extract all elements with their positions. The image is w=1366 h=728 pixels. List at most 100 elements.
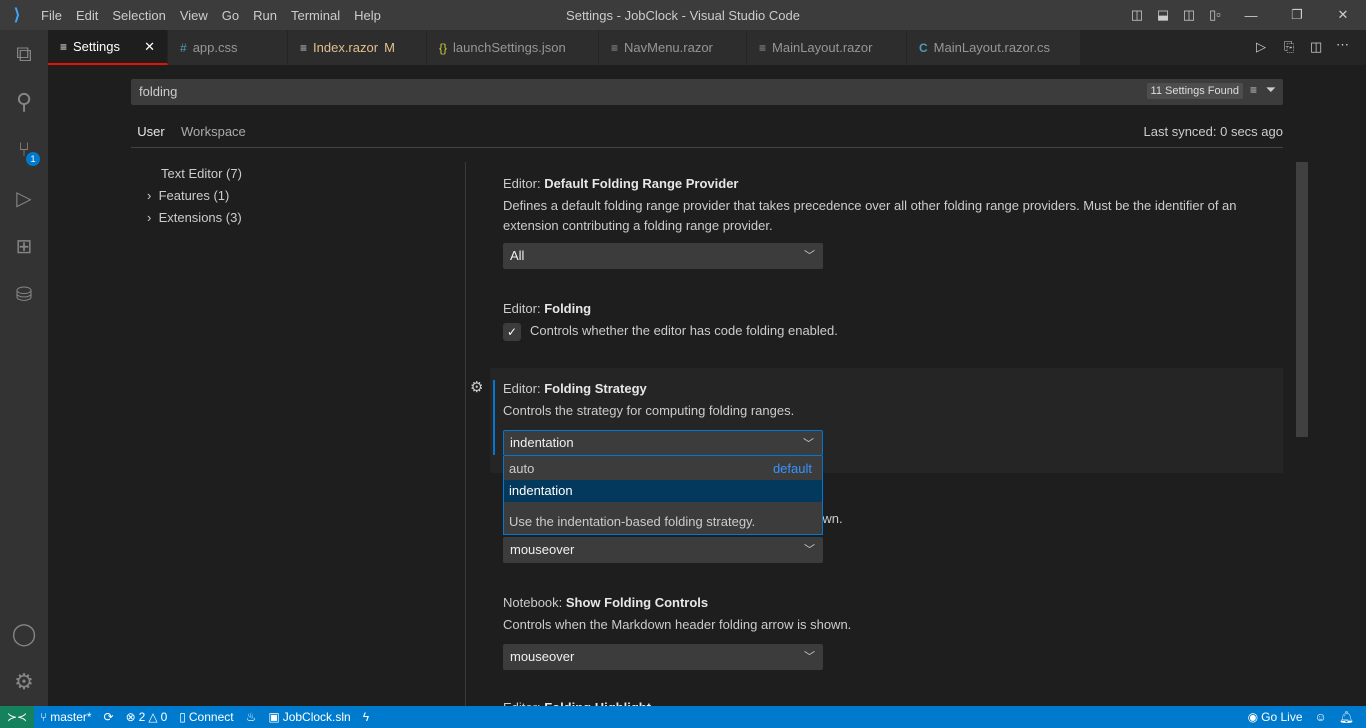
setting-title: Editor: Default Folding Range Provider: [503, 176, 739, 191]
feedback-icon[interactable]: ☺: [1309, 710, 1333, 724]
tab-launchsettings-json[interactable]: {} launchSettings.json: [427, 30, 599, 65]
toggle-panel-icon[interactable]: ⬓: [1150, 0, 1176, 30]
tab-label: Settings: [73, 39, 120, 54]
run-icon[interactable]: ▷: [1256, 39, 1266, 55]
customize-layout-icon[interactable]: ▯▫: [1202, 0, 1228, 30]
settings-found-count: 11 Settings Found: [1146, 83, 1243, 99]
option-indentation[interactable]: indentation: [504, 480, 822, 502]
go-live-button[interactable]: ◉ Go Live: [1242, 710, 1309, 724]
notebook-folding-controls-select[interactable]: mouseover ﹀: [503, 644, 823, 670]
setting-title: Editor: Folding Strategy: [503, 381, 647, 396]
flame-icon[interactable]: ♨: [240, 710, 263, 724]
branch-icon: ⑂: [40, 710, 48, 724]
broadcast-icon: ◉: [1247, 710, 1259, 724]
setting-description: Defines a default folding range provider…: [503, 198, 1237, 233]
default-tag: default: [772, 461, 812, 476]
toc-features[interactable]: › Features (1): [147, 188, 229, 203]
tab-label: NavMenu.razor: [624, 40, 713, 55]
menu-view[interactable]: View: [173, 8, 215, 23]
css-file-icon: #: [180, 40, 187, 55]
filter-icon[interactable]: ⏷: [1266, 82, 1276, 98]
accounts-icon[interactable]: ◯: [0, 610, 48, 658]
settings-file-icon: ≡: [60, 39, 68, 54]
menu-file[interactable]: File: [34, 8, 69, 23]
split-editor-icon[interactable]: ◫: [1310, 39, 1322, 55]
chevron-right-icon: ›: [147, 188, 159, 203]
folding-checkbox[interactable]: ✓: [503, 323, 521, 341]
razor-file-icon: ≡: [759, 40, 767, 55]
chevron-right-icon: ›: [147, 210, 159, 225]
toggle-secondary-sidebar-icon[interactable]: ◫: [1176, 0, 1202, 30]
setting-description: Controls when the Markdown header foldin…: [503, 617, 852, 632]
menu-go[interactable]: Go: [215, 8, 246, 23]
open-settings-json-icon[interactable]: ⎘: [1284, 39, 1294, 55]
activity-bar: ⧉ ⚲ ⑂ 1 ▷ ⊞ ⛁ ◯ ⚙: [0, 30, 48, 706]
setting-gear-icon[interactable]: ⚙: [470, 378, 483, 396]
toc-divider: [465, 162, 466, 706]
search-icon[interactable]: ⚲: [0, 78, 48, 126]
tab-app-css[interactable]: # app.css: [168, 30, 288, 65]
csharp-file-icon: C: [919, 40, 928, 55]
tab-settings[interactable]: ≡ Settings ✕: [48, 30, 168, 65]
minimize-button[interactable]: —: [1228, 0, 1274, 30]
problems-button[interactable]: ⊗ 2 △ 0: [120, 710, 174, 724]
chevron-down-icon: ﹀: [804, 544, 815, 556]
notifications-bell-icon[interactable]: 🔔︎: [1333, 710, 1360, 724]
toc-extensions[interactable]: › Extensions (3): [147, 210, 242, 225]
folding-strategy-select[interactable]: indentation ﹀: [503, 430, 823, 456]
razor-file-icon: ≡: [300, 40, 308, 55]
json-file-icon: {}: [439, 40, 448, 55]
tab-mainlayout-razor[interactable]: ≡ MainLayout.razor: [747, 30, 907, 65]
tab-label: MainLayout.razor: [772, 40, 873, 55]
tab-label: MainLayout.razor.cs: [933, 40, 1051, 55]
warning-icon: △: [148, 710, 158, 724]
sync-icon[interactable]: ⟳: [98, 710, 120, 724]
focus-indicator: [493, 380, 495, 455]
option-description: Use the indentation-based folding strate…: [509, 514, 756, 529]
remote-icon[interactable]: ≻≺: [0, 706, 34, 728]
menu-help[interactable]: Help: [347, 8, 388, 23]
database-icon[interactable]: ⛁: [0, 270, 48, 318]
last-synced: Last synced: 0 secs ago: [1143, 124, 1283, 139]
scrollbar[interactable]: [1296, 162, 1308, 437]
explorer-icon[interactable]: ⧉: [0, 30, 48, 78]
show-folding-controls-select[interactable]: mouseover ﹀: [503, 537, 823, 563]
clear-filter-icon[interactable]: ≡: [1250, 83, 1257, 97]
status-bar: ≻≺ ⑂ master* ⟳ ⊗ 2 △ 0 ▯ Connect ♨ ▣ JobClock.…: [0, 706, 1366, 728]
title-bar: ⟩ File Edit Selection View Go Run Termin…: [0, 0, 1366, 30]
database-icon: ▯: [179, 710, 186, 724]
run-debug-icon[interactable]: ▷: [0, 174, 48, 222]
tab-index-razor[interactable]: ≡ Index.razor M: [288, 30, 427, 65]
default-folding-provider-select[interactable]: All ﹀: [503, 243, 823, 269]
source-control-icon[interactable]: ⑂ 1: [0, 126, 48, 174]
razor-file-icon: ≡: [611, 40, 619, 55]
tab-user[interactable]: User: [131, 124, 171, 148]
settings-search-input[interactable]: folding 11 Settings Found ≡ ⏷: [131, 79, 1283, 105]
vscode-logo-icon: ⟩: [13, 7, 21, 24]
folding-strategy-dropdown: auto default indentation Use the indentat…: [503, 456, 823, 535]
branch-button[interactable]: ⑂ master*: [34, 710, 98, 724]
manage-gear-icon[interactable]: ⚙: [0, 658, 48, 706]
extensions-icon[interactable]: ⊞: [0, 222, 48, 270]
menu-edit[interactable]: Edit: [69, 8, 105, 23]
menu-run[interactable]: Run: [246, 8, 284, 23]
toc-label: Features (1): [158, 188, 230, 203]
restore-button[interactable]: ❐: [1274, 0, 1320, 30]
toggle-sidebar-icon[interactable]: ◫: [1124, 0, 1150, 30]
toc-text-editor[interactable]: Text Editor (7): [161, 166, 242, 181]
close-tab-icon[interactable]: ✕: [144, 39, 155, 55]
toc-label: Extensions (3): [158, 210, 242, 225]
solution-button[interactable]: ▣ JobClock.sln: [262, 710, 356, 724]
more-actions-icon[interactable]: ⋯: [1336, 37, 1349, 53]
editor-tabs: ≡ Settings ✕ # app.css ≡ Index.razor M {} laun…: [48, 30, 1366, 65]
tab-mainlayout-razor-cs[interactable]: C MainLayout.razor.cs: [907, 30, 1081, 65]
menu-terminal[interactable]: Terminal: [284, 8, 347, 23]
lightning-icon[interactable]: ϟ: [357, 710, 375, 724]
setting-title: Editor: Folding: [503, 301, 592, 316]
close-window-button[interactable]: ✕: [1320, 0, 1366, 30]
menu-selection[interactable]: Selection: [105, 8, 172, 23]
tab-navmenu-razor[interactable]: ≡ NavMenu.razor: [599, 30, 747, 65]
connect-button[interactable]: ▯ Connect: [173, 710, 239, 724]
option-auto[interactable]: auto default: [504, 458, 822, 480]
tab-workspace[interactable]: Workspace: [181, 124, 246, 147]
